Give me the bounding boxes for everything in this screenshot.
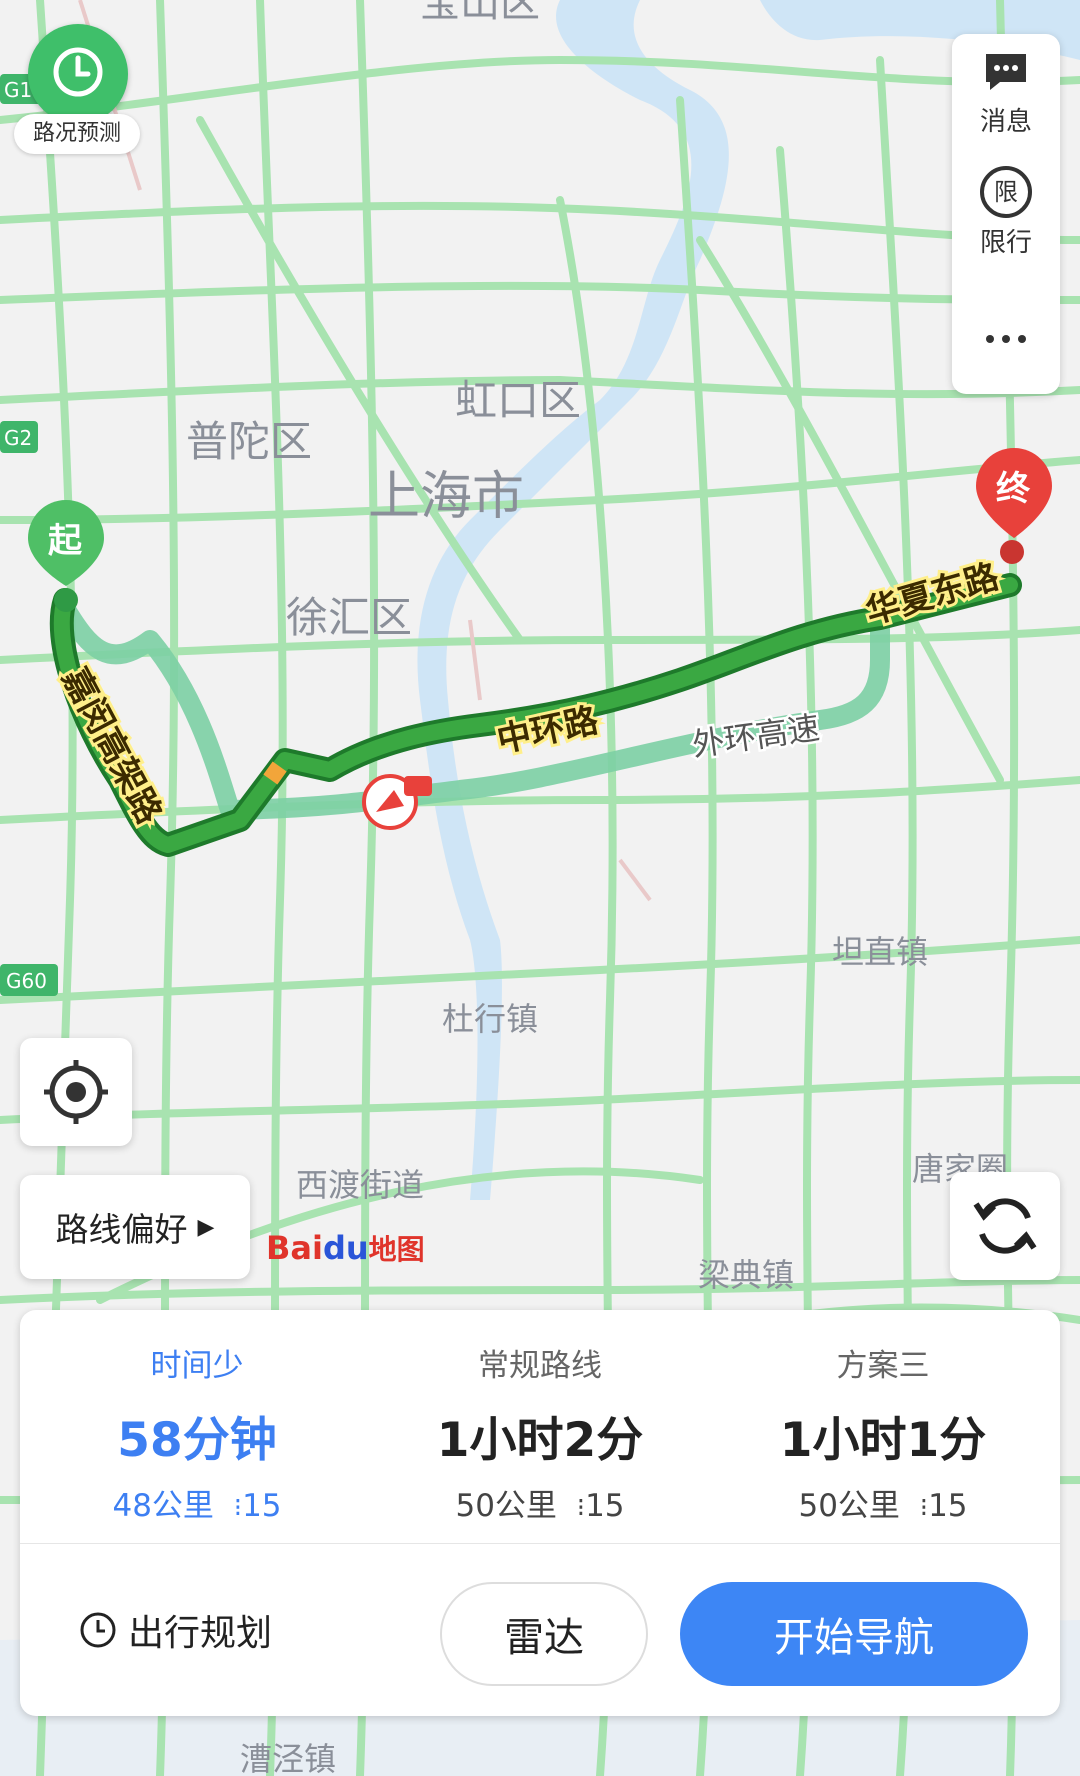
traffic-light-icon: ⁝ (576, 1493, 586, 1523)
district-label: 徐汇区 (286, 593, 412, 642)
message-icon (986, 54, 1026, 90)
radar-button[interactable]: 雷达 (440, 1582, 648, 1686)
plan-time: 1小时2分 (436, 1413, 644, 1468)
plan-option-three[interactable]: 方案三 1小时1分 50公里 ⁝15 (718, 1340, 1048, 1525)
district-label: 宝山区 (420, 0, 540, 26)
traffic-light-icon: ⁝ (919, 1493, 929, 1523)
district-label: 坦直镇 (832, 933, 928, 971)
trip-planning-label: 出行规划 (128, 1613, 273, 1654)
triangle-right-icon: ▶ (197, 1214, 215, 1240)
trip-planning-button[interactable]: 出行规划 (78, 1600, 272, 1660)
plan-option-fastest[interactable]: 时间少 58分钟 48公里 ⁝15 (32, 1340, 362, 1525)
traffic-light-icon: ⁝ (233, 1493, 243, 1523)
route-preference-button[interactable]: 路线偏好 ▶ (20, 1175, 250, 1279)
traffic-forecast-button[interactable] (28, 24, 128, 124)
refresh-icon (973, 1198, 1037, 1254)
restriction-button[interactable]: 限 限行 (952, 166, 1060, 259)
start-navigation-button[interactable]: 开始导航 (680, 1582, 1028, 1686)
baidu-logo: Baidu地图 (266, 1229, 425, 1267)
plan-meta: 48公里 ⁝15 (112, 1488, 282, 1524)
restriction-label: 限行 (979, 228, 1032, 258)
district-label: 杜行镇 (442, 1000, 538, 1038)
svg-text:G60: G60 (6, 969, 47, 993)
district-label: 梁典镇 (698, 1256, 794, 1294)
plan-option-regular[interactable]: 常规路线 1小时2分 50公里 ⁝15 (375, 1340, 705, 1525)
route-panel: 时间少 58分钟 48公里 ⁝15 常规路线 1小时2分 50公里 ⁝15 方案… (20, 1310, 1060, 1716)
clock-icon (80, 1612, 116, 1648)
restriction-icon: 限 (980, 166, 1032, 218)
route-preference-label: 路线偏好 (55, 1210, 188, 1249)
plan-time: 1小时1分 (779, 1413, 987, 1468)
svg-text:终: 终 (996, 469, 1031, 509)
refresh-button[interactable] (950, 1172, 1060, 1280)
panel-divider (20, 1543, 1060, 1544)
messages-label: 消息 (979, 107, 1032, 137)
side-toolbar: 消息 限 限行 (952, 34, 1060, 394)
district-label: 上海市 (368, 467, 524, 527)
svg-text:起: 起 (48, 521, 83, 561)
district-label: 虹口区 (455, 376, 581, 425)
plan-label: 常规路线 (478, 1348, 602, 1384)
highway-badge: G2 (0, 421, 38, 453)
highway-badge: G60 (0, 964, 58, 996)
plan-meta: 50公里 ⁝15 (455, 1488, 625, 1524)
plan-label: 方案三 (836, 1348, 930, 1384)
clock-icon (53, 47, 103, 97)
more-button[interactable] (952, 324, 1060, 354)
plan-time: 58分钟 (117, 1413, 277, 1468)
locate-icon (44, 1060, 108, 1124)
more-icon (986, 335, 1026, 343)
locate-button[interactable] (20, 1038, 132, 1146)
traffic-forecast-label[interactable]: 路况预测 (14, 114, 140, 154)
plan-label: 时间少 (150, 1348, 244, 1384)
district-label: 漕泾镇 (240, 1740, 336, 1776)
plan-meta: 50公里 ⁝15 (798, 1488, 968, 1524)
district-label: 普陀区 (186, 417, 312, 466)
district-label: 西渡街道 (296, 1166, 424, 1204)
messages-button[interactable]: 消息 (952, 50, 1060, 138)
svg-text:G2: G2 (4, 426, 32, 450)
